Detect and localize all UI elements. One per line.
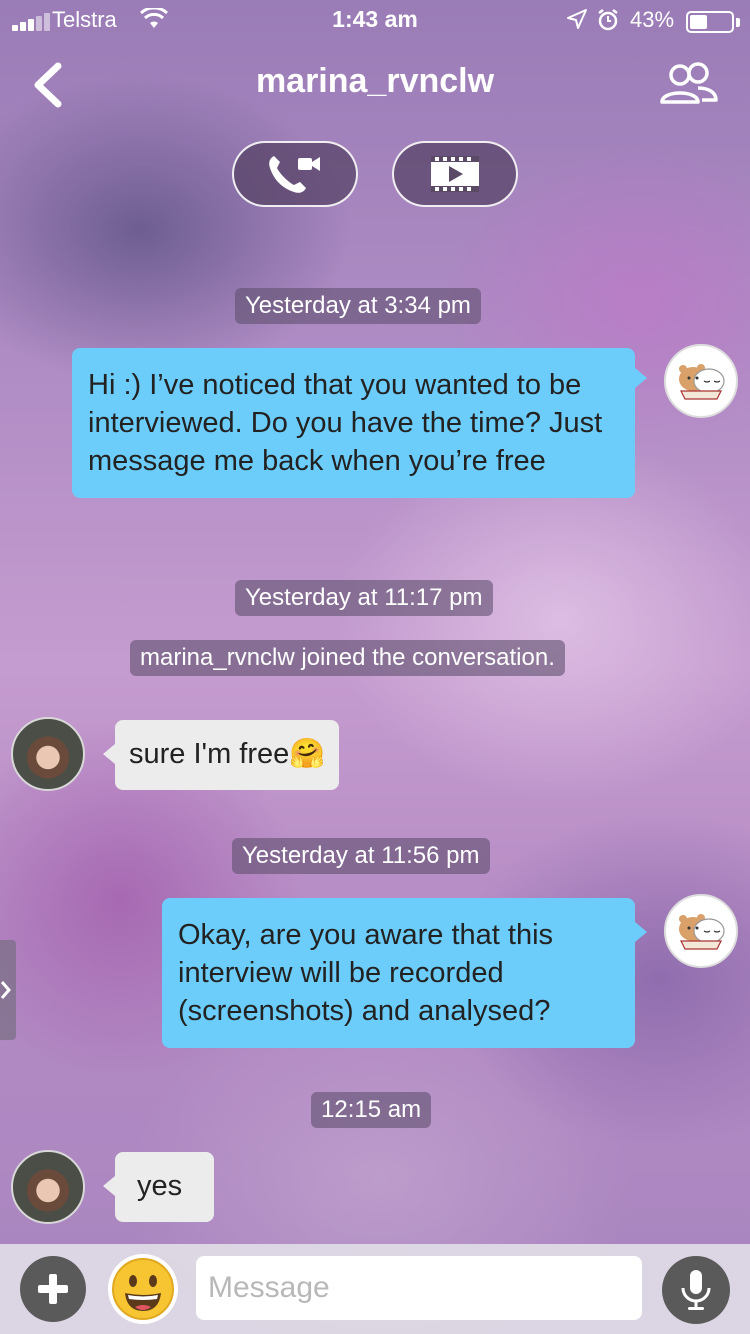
voice-message-button[interactable] — [662, 1256, 730, 1324]
timestamp: Yesterday at 11:56 pm — [232, 838, 490, 874]
incoming-message-bubble[interactable]: yes — [103, 1152, 214, 1222]
incoming-message-bubble[interactable]: sure I'm free🤗 — [103, 720, 340, 790]
timestamp: Yesterday at 3:34 pm — [235, 288, 481, 324]
contact-avatar[interactable] — [11, 717, 85, 791]
message-input[interactable] — [196, 1256, 642, 1320]
voice-video-call-icon — [269, 156, 320, 193]
chat-title[interactable]: marina_rvnclw — [0, 62, 750, 101]
bubble-tail — [103, 744, 115, 764]
contact-avatar[interactable] — [11, 1150, 85, 1224]
outgoing-message-bubble[interactable]: Hi :) I’ve noticed that you wanted to be… — [72, 348, 647, 498]
bear-sticker-icon — [679, 914, 725, 950]
screening-room-button[interactable] — [392, 141, 518, 207]
location-arrow-icon — [567, 9, 587, 29]
side-drawer-handle[interactable] — [0, 940, 16, 1040]
timestamp: 12:15 am — [311, 1092, 432, 1128]
battery-tip — [736, 18, 740, 27]
bubble-tail — [635, 368, 647, 388]
microphone-icon — [681, 1270, 711, 1310]
message-text: Okay, are you aware that this interview … — [178, 919, 554, 1027]
bear-sticker-icon — [679, 364, 725, 400]
message-text: yes — [137, 1170, 183, 1202]
my-avatar[interactable] — [664, 344, 738, 418]
outgoing-message-bubble[interactable]: Okay, are you aware that this interview … — [162, 898, 647, 1048]
plus-icon — [38, 1274, 68, 1304]
bubble-tail — [103, 1176, 115, 1196]
battery-percent: 43% — [630, 7, 675, 32]
my-avatar[interactable] — [664, 894, 738, 968]
members-icon[interactable] — [658, 62, 720, 106]
alarm-icon — [598, 9, 618, 31]
status-bar: Telstra 1:43 am 43% — [0, 0, 750, 40]
hugging-face-emoji: 🤗 — [289, 738, 326, 770]
chevron-right-icon — [0, 981, 11, 999]
sticker-button[interactable] — [108, 1254, 178, 1324]
message-text: sure I'm free — [129, 738, 290, 770]
system-message: marina_rvnclw joined the conversation. — [130, 640, 565, 676]
bubble-tail — [635, 922, 647, 942]
battery-level — [690, 15, 707, 29]
screening-room-icon — [431, 156, 479, 192]
message-text: Hi :) I’ve noticed that you wanted to be… — [88, 369, 603, 477]
timestamp: Yesterday at 11:17 pm — [235, 580, 493, 616]
grinning-face-icon — [112, 1258, 174, 1320]
battery-icon — [686, 11, 734, 33]
voice-video-call-button[interactable] — [232, 141, 358, 207]
add-attachment-button[interactable] — [20, 1256, 86, 1322]
